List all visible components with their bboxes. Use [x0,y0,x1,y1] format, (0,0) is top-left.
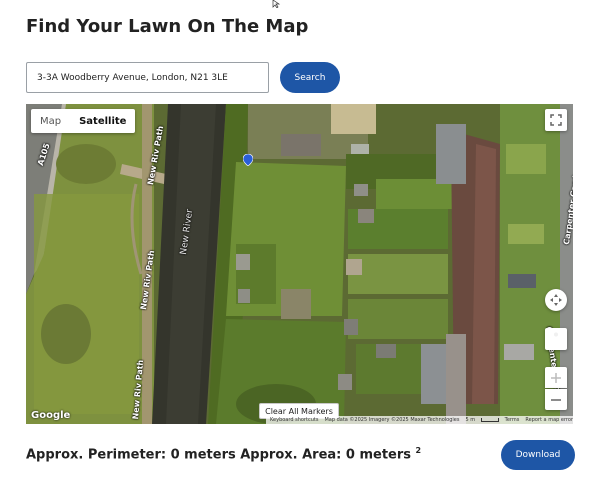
page-title: Find Your Lawn On The Map [26,16,309,37]
map-type-map-button[interactable]: Map [31,109,70,133]
measurement-results: Approx. Perimeter: 0 meters Approx. Area… [26,446,421,462]
download-button[interactable]: Download [501,440,575,470]
google-logo: Google [31,410,71,421]
street-view-pegman-button[interactable] [545,328,567,350]
map-attribution-bar: Keyboard shortcuts Map data ©2025 Imager… [266,416,573,424]
pegman-icon [554,332,558,337]
keyboard-shortcuts-link[interactable]: Keyboard shortcuts [270,417,318,423]
camera-control-icon [550,294,562,306]
area-unit-superscript: 2 [415,446,422,455]
satellite-map[interactable]: A105 New Riv Path New Riv Path New Riv P… [26,104,573,424]
satellite-imagery [26,104,573,424]
address-search-input[interactable] [26,62,269,93]
mouse-cursor-icon [272,0,281,8]
scale-label[interactable]: 5 m [466,417,476,423]
zoom-out-button[interactable] [545,389,567,410]
map-type-toggle: Map Satellite [31,109,136,133]
fullscreen-button[interactable] [545,109,567,131]
map-data-credit: Map data ©2025 Imagery ©2025 Maxar Techn… [324,417,460,423]
scale-bar [481,418,499,422]
fullscreen-icon [550,114,562,126]
search-button[interactable]: Search [280,62,340,93]
report-map-error-link[interactable]: Report a map error [525,417,573,423]
camera-control-button[interactable] [545,289,567,311]
plus-icon [551,372,561,383]
map-pin-icon[interactable] [243,154,253,166]
measurement-text: Approx. Perimeter: 0 meters Approx. Area… [26,447,412,463]
terms-link[interactable]: Terms [505,417,520,423]
minus-icon [551,398,561,401]
zoom-in-button[interactable] [545,367,567,388]
map-type-satellite-button[interactable]: Satellite [70,109,135,133]
